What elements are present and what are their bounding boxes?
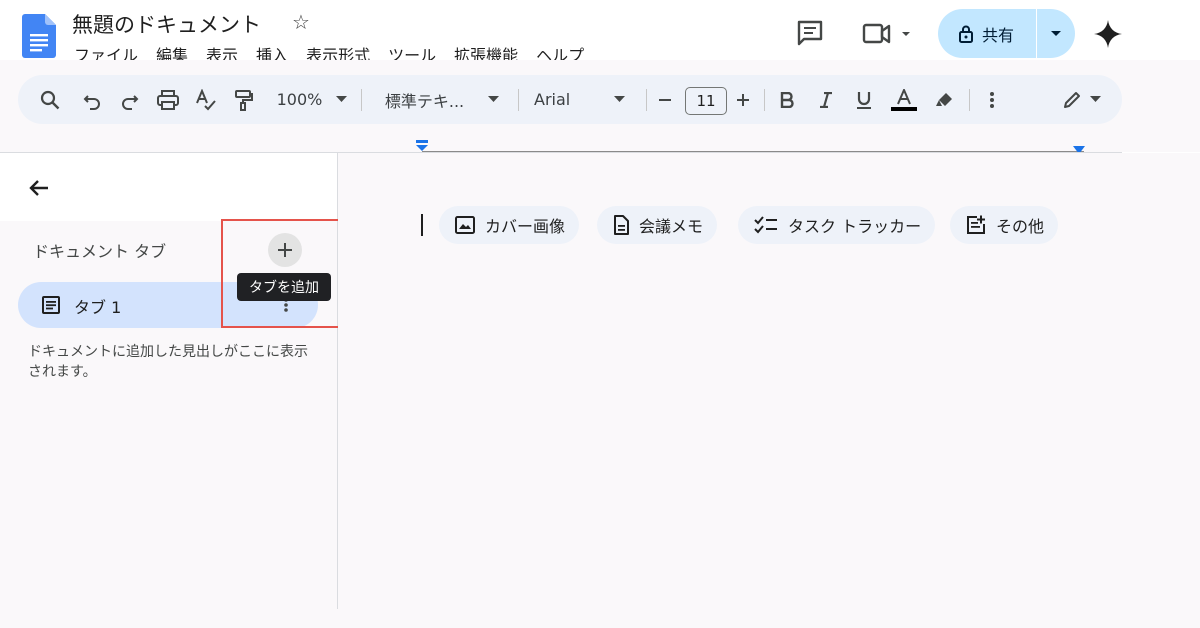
notes-icon <box>614 215 629 235</box>
caret-down-icon <box>1051 30 1061 36</box>
meeting-notes-chip[interactable]: 会議メモ <box>597 206 718 244</box>
highlight-icon[interactable] <box>931 75 957 124</box>
chip-label: 会議メモ <box>639 217 704 236</box>
image-icon <box>455 216 475 234</box>
font-select[interactable]: Arial <box>534 75 634 124</box>
docs-logo[interactable] <box>22 14 56 58</box>
task-tracker-chip[interactable]: タスク トラッカー <box>738 206 936 244</box>
document-icon <box>42 296 60 318</box>
caret-down-icon <box>488 96 500 102</box>
outline-hint-text: ドキュメントに追加した見出しがここに表示されます。 <box>28 344 308 380</box>
search-icon[interactable] <box>36 75 64 124</box>
paragraph-style-value: 標準テキ... <box>384 91 465 111</box>
paint-format-icon[interactable] <box>230 75 258 124</box>
caret-down-icon <box>336 96 348 102</box>
star-icon[interactable]: ☆ <box>292 10 310 34</box>
undo-icon[interactable] <box>78 75 106 124</box>
increase-font-size-button[interactable] <box>732 75 754 124</box>
add-note-icon <box>967 215 985 234</box>
back-arrow-icon[interactable] <box>27 176 51 204</box>
share-dropdown[interactable] <box>1037 30 1075 38</box>
spellcheck-icon[interactable] <box>192 75 220 124</box>
document-title[interactable]: 無題のドキュメント <box>72 9 261 39</box>
cover-image-chip[interactable]: カバー画像 <box>439 206 580 244</box>
checklist-icon <box>754 216 777 234</box>
main-toolbar: 100% 標準テキ... Arial 11 <box>18 75 1122 124</box>
font-size-input[interactable]: 11 <box>685 87 727 115</box>
share-button-group: 共有 <box>938 9 1075 58</box>
paragraph-style-select[interactable]: 標準テキ... <box>376 75 508 124</box>
bold-icon[interactable] <box>774 75 800 124</box>
chip-label: タスク トラッカー <box>788 217 922 236</box>
print-icon[interactable] <box>154 75 182 124</box>
gemini-icon[interactable] <box>1092 18 1124 50</box>
text-cursor <box>421 214 423 236</box>
edit-mode-icon[interactable] <box>1058 75 1104 124</box>
meet-button[interactable] <box>860 20 916 48</box>
more-templates-chip[interactable]: その他 <box>950 206 1059 244</box>
highlight-box <box>221 219 354 328</box>
zoom-value: 100% <box>276 90 323 109</box>
caret-down-icon <box>1089 96 1101 102</box>
tab-label: タブ 1 <box>74 298 122 317</box>
share-button[interactable]: 共有 <box>938 9 1036 58</box>
document-tabs-heading: ドキュメント タブ <box>33 242 167 261</box>
decrease-font-size-button[interactable] <box>654 75 676 124</box>
comment-history-icon[interactable] <box>795 18 825 48</box>
chip-label: その他 <box>996 217 1045 236</box>
font-value: Arial <box>534 90 571 109</box>
chip-label: カバー画像 <box>485 217 566 236</box>
text-color-icon[interactable] <box>889 75 919 124</box>
italic-icon[interactable] <box>813 75 839 124</box>
zoom-select[interactable]: 100% <box>270 75 354 124</box>
lock-icon <box>959 25 973 43</box>
underline-icon[interactable] <box>851 75 877 124</box>
more-icon[interactable] <box>980 75 1004 124</box>
caret-down-icon <box>614 96 625 102</box>
redo-icon[interactable] <box>116 75 144 124</box>
share-label: 共有 <box>982 25 1015 45</box>
